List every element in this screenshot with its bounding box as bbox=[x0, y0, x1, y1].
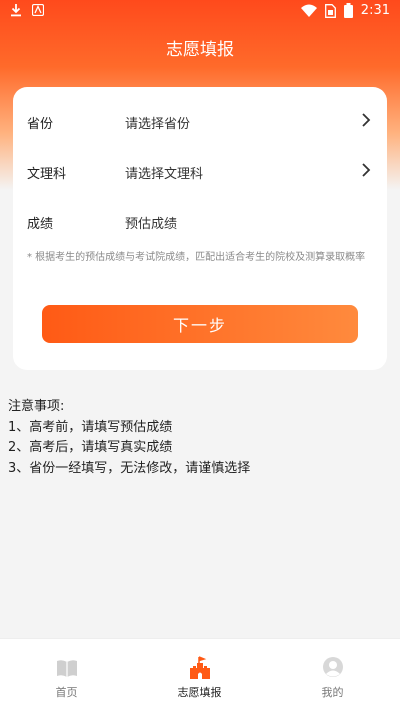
wifi-icon bbox=[300, 4, 317, 17]
book-icon bbox=[56, 660, 77, 677]
battery-icon bbox=[343, 3, 353, 18]
tab-profile-label: 我的 bbox=[321, 686, 344, 699]
province-label: 省份 bbox=[27, 117, 54, 132]
next-button[interactable]: 下一步 bbox=[42, 305, 358, 343]
profile-icon bbox=[322, 657, 343, 677]
form-card: 省份 请选择省份 文理科 请选择文理科 成绩 预估成绩 * 根据考生的预估成绩与… bbox=[13, 87, 387, 370]
notes-item: 3、省份一经填写，无法修改，请谨慎选择 bbox=[8, 460, 251, 476]
subject-row[interactable]: 文理科 请选择文理科 bbox=[13, 151, 387, 191]
subject-value: 请选择文理科 bbox=[125, 167, 204, 182]
province-value: 请选择省份 bbox=[125, 117, 191, 132]
tab-volunteer[interactable]: 志愿填报 bbox=[133, 639, 266, 712]
score-label: 成绩 bbox=[27, 217, 54, 232]
download-icon bbox=[11, 4, 21, 17]
app-notification-icon bbox=[32, 4, 44, 16]
tab-profile[interactable]: 我的 bbox=[266, 639, 399, 712]
score-row[interactable]: 成绩 预估成绩 bbox=[13, 201, 387, 241]
castle-icon bbox=[189, 656, 210, 679]
form-note: * 根据考生的预估成绩与考试院成绩，匹配出适合考生的院校及测算录取概率 bbox=[27, 252, 366, 263]
chevron-right-icon bbox=[362, 163, 371, 177]
bottom-tab-bar: 首页 志愿填报 我的 bbox=[0, 638, 400, 712]
notes-item: 2、高考后，请填写真实成绩 bbox=[8, 440, 173, 455]
score-input[interactable]: 预估成绩 bbox=[125, 213, 177, 232]
province-row[interactable]: 省份 请选择省份 bbox=[13, 101, 387, 141]
tab-home-label: 首页 bbox=[55, 686, 78, 699]
notes-section: 注意事项: 1、高考前，请填写预估成绩 2、高考后，请填写真实成绩 3、省份一经… bbox=[8, 397, 388, 479]
notes-item: 1、高考前，请填写预估成绩 bbox=[8, 419, 173, 435]
sim-icon bbox=[324, 3, 336, 18]
notes-heading: 注意事项: bbox=[8, 399, 65, 414]
tab-volunteer-label: 志愿填报 bbox=[177, 686, 222, 699]
chevron-right-icon bbox=[362, 113, 371, 127]
page-title: 志愿填报 bbox=[166, 40, 234, 60]
tab-home[interactable]: 首页 bbox=[0, 639, 133, 712]
status-bar: 2:31 bbox=[0, 0, 400, 24]
subject-label: 文理科 bbox=[27, 167, 67, 182]
status-time: 2:31 bbox=[360, 3, 390, 18]
